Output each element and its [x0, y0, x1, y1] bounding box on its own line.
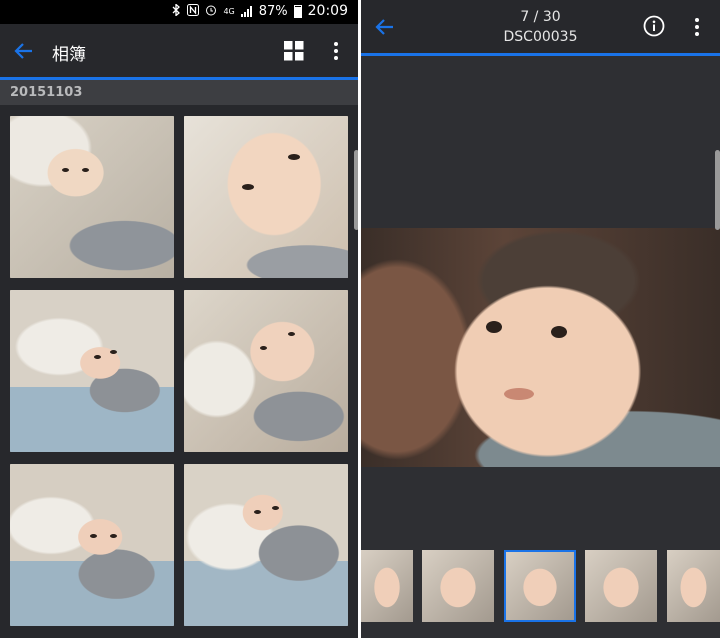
section-date-header: 20151103: [0, 80, 358, 105]
battery-icon: [293, 4, 302, 18]
back-arrow-icon[interactable]: [10, 37, 38, 65]
photo-thumbnail[interactable]: [184, 290, 348, 452]
filmstrip-thumbnail[interactable]: [422, 550, 494, 622]
lte-icon: 4G: [223, 6, 235, 16]
photo-thumbnail[interactable]: [10, 464, 174, 626]
signal-icon: [240, 5, 253, 17]
nfc-icon: [187, 3, 200, 19]
status-time: 20:09: [307, 3, 348, 19]
filmstrip-thumbnail[interactable]: [585, 550, 657, 622]
battery-percent: 87%: [258, 3, 288, 19]
photo-viewer-screen: 7 / 30 DSC00035: [361, 0, 720, 638]
filmstrip-thumbnail[interactable]: [361, 550, 413, 622]
photo-thumbnail[interactable]: [10, 290, 174, 452]
app-bar-accent-line: [361, 53, 720, 56]
photo-thumbnail[interactable]: [184, 116, 348, 278]
mouth: [504, 388, 534, 400]
album-screen: 4G 87% 20:09 相簿 20151103: [0, 0, 358, 638]
photo-filename: DSC00035: [503, 29, 578, 45]
filmstrip-thumbnail[interactable]: [667, 550, 720, 622]
page-title: 相簿: [52, 45, 86, 65]
more-options-icon[interactable]: [326, 39, 346, 63]
filmstrip-thumbnail-selected[interactable]: [504, 550, 576, 622]
grid-view-icon[interactable]: [284, 41, 304, 61]
main-photo[interactable]: [361, 228, 720, 467]
bluetooth-icon: [172, 2, 181, 19]
alarm-icon: [205, 4, 217, 19]
more-options-icon[interactable]: [687, 15, 707, 39]
info-icon[interactable]: [643, 15, 665, 37]
viewer-app-bar: 7 / 30 DSC00035: [361, 0, 720, 53]
photo-thumbnail[interactable]: [184, 464, 348, 626]
edge-panel-handle[interactable]: [715, 150, 720, 230]
status-bar: 4G 87% 20:09: [0, 0, 358, 24]
photo-thumbnail[interactable]: [10, 116, 174, 278]
photo-counter: 7 / 30: [520, 9, 561, 25]
album-app-bar: 相簿: [0, 24, 358, 77]
